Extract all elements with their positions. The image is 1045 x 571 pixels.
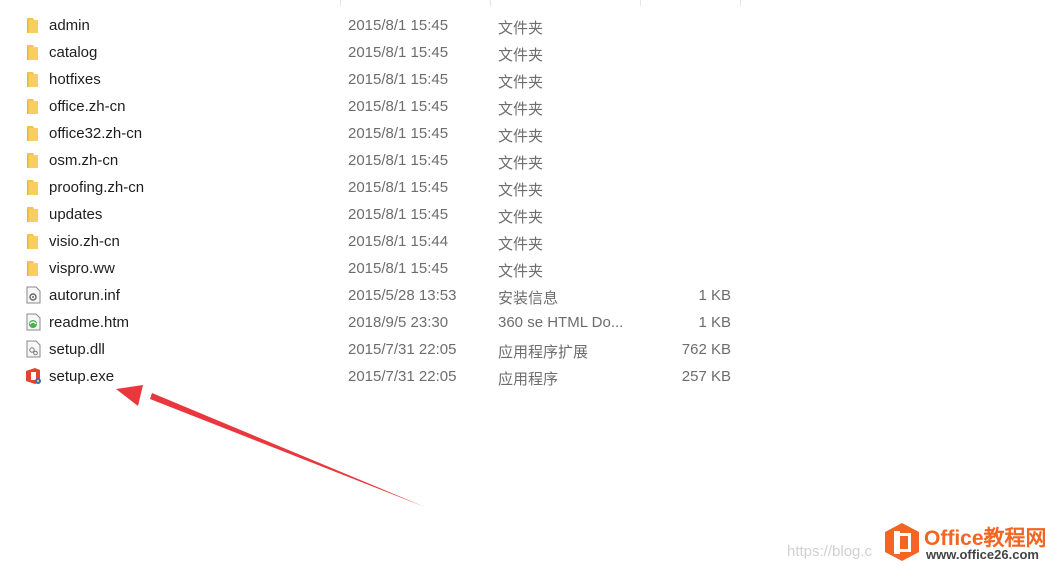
brand-url: www.office26.com	[926, 547, 1039, 562]
brand-watermark: Office教程网 www.office26.com	[880, 520, 1045, 566]
arrow-shaft	[150, 393, 425, 507]
blog-watermark: https://blog.c	[787, 543, 873, 560]
arrow-head	[116, 385, 143, 406]
office-logo-icon	[885, 523, 919, 561]
red-arrow-annotation	[116, 385, 425, 507]
